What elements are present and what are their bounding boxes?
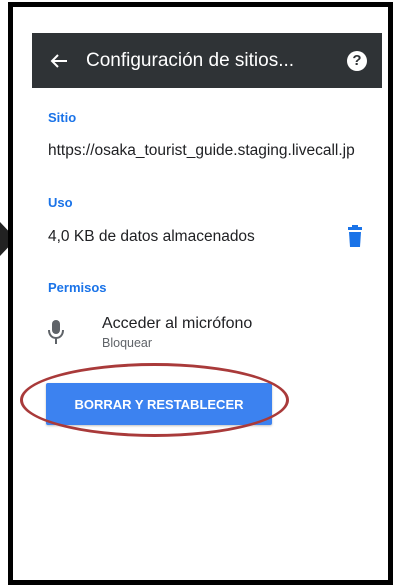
- site-url: https://osaka_tourist_guide.staging.live…: [48, 142, 355, 159]
- trash-icon[interactable]: [345, 225, 365, 247]
- permission-title: Acceder al micrófono: [102, 315, 253, 332]
- storage-usage-text: 4,0 KB de datos almacenados: [48, 228, 255, 245]
- help-button[interactable]: ?: [332, 50, 382, 71]
- usage-section-label: Uso: [48, 195, 73, 210]
- reset-button[interactable]: BORRAR Y RESTABLECER: [46, 383, 272, 425]
- arrow-left-icon: [50, 53, 67, 68]
- microphone-icon: [48, 320, 64, 344]
- site-section-label: Sitio: [48, 110, 77, 125]
- page-title: Configuración de sitios...: [86, 49, 295, 71]
- permission-status: Bloquear: [102, 336, 153, 350]
- permissions-section-label: Permisos: [48, 280, 107, 295]
- back-button[interactable]: [32, 53, 86, 69]
- help-icon: ?: [347, 50, 367, 71]
- app-bar: Configuración de sitios... ?: [32, 33, 382, 88]
